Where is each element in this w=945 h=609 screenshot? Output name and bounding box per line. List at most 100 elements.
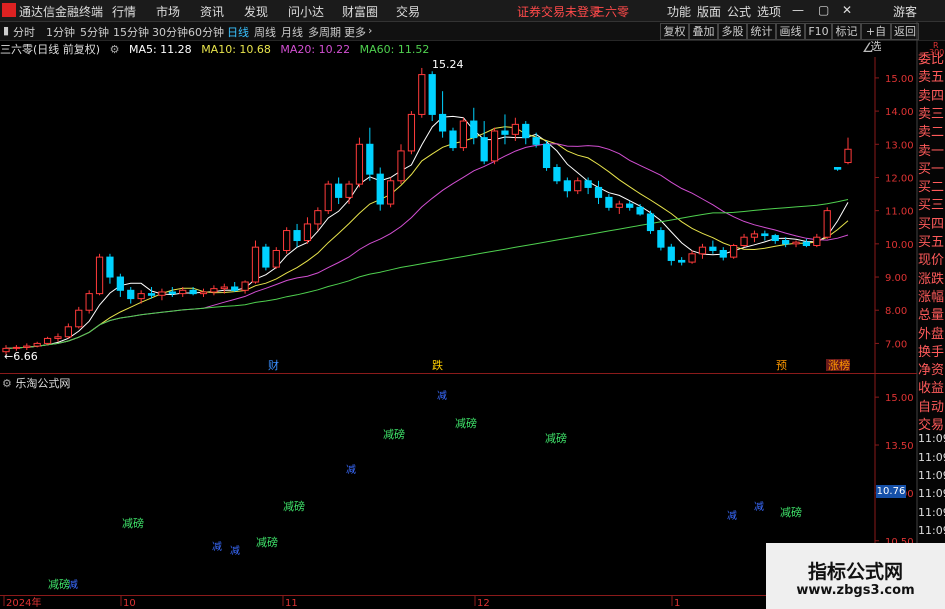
candle bbox=[823, 207, 831, 239]
sidebar-item: 涨幅 bbox=[918, 289, 945, 305]
candle bbox=[771, 233, 779, 244]
candle bbox=[459, 117, 468, 151]
candle bbox=[33, 341, 41, 348]
y-tick-label: 9.00 bbox=[885, 273, 907, 284]
candle bbox=[833, 167, 842, 171]
signal-green-label: 减磅 bbox=[383, 427, 405, 441]
y-tick-label: 8.00 bbox=[885, 306, 907, 317]
candle bbox=[605, 194, 613, 211]
candle bbox=[553, 164, 561, 185]
candle bbox=[719, 247, 727, 261]
candle bbox=[792, 240, 800, 248]
candle bbox=[231, 282, 239, 292]
x-tick-label: 10 bbox=[123, 598, 136, 609]
candle bbox=[106, 253, 114, 284]
sidebar-item: 11:09 bbox=[918, 505, 945, 519]
signal-green-label: 减磅 bbox=[256, 535, 278, 549]
candle bbox=[428, 71, 436, 122]
watermark-url: www.zbgs3.com bbox=[796, 583, 915, 598]
sidebar-item: 买四 bbox=[918, 216, 945, 232]
signal-blue-label: 减 bbox=[437, 390, 447, 402]
candle bbox=[490, 127, 499, 165]
candle bbox=[667, 243, 675, 266]
sub-current-value-badge: 10.76 bbox=[876, 485, 906, 498]
candle bbox=[335, 177, 343, 205]
candle bbox=[750, 230, 759, 243]
signal-green-label: 减磅 bbox=[283, 499, 305, 513]
candle bbox=[75, 306, 83, 329]
sidebar-item: 净资 bbox=[918, 363, 945, 379]
candle bbox=[127, 286, 135, 304]
y-tick-label: 7.00 bbox=[885, 339, 907, 350]
signal-green-label: 减磅 bbox=[48, 577, 70, 591]
event-marker[interactable]: 预 bbox=[776, 359, 787, 372]
candle bbox=[272, 247, 280, 269]
sidebar-item: 卖四 bbox=[918, 88, 945, 104]
event-marker[interactable]: 跌 bbox=[432, 358, 443, 372]
sidebar-item: 买五 bbox=[918, 235, 945, 250]
candle bbox=[251, 240, 260, 284]
sub-chart-header: ⚙ 乐淘公式网 bbox=[2, 375, 70, 391]
signal-blue-label: 减 bbox=[754, 501, 764, 513]
sidebar-item: 买三 bbox=[918, 198, 945, 214]
watermark-title: 指标公式网 bbox=[807, 561, 903, 583]
candle bbox=[698, 243, 707, 259]
sidebar-item: 卖二 bbox=[918, 125, 945, 141]
moving-average-lines bbox=[5, 115, 849, 349]
event-marker[interactable]: 涨榜 bbox=[828, 358, 850, 372]
sidebar-item: 卖五 bbox=[918, 70, 945, 86]
candle bbox=[168, 286, 176, 297]
sub-chart-signals: 减磅减磅减磅减磅减磅减磅减磅减磅减减 减减减减减 bbox=[48, 390, 802, 591]
sidebar-item: 11:09 bbox=[918, 432, 945, 446]
candle bbox=[542, 140, 551, 171]
candle bbox=[355, 137, 364, 188]
sidebar-item: 买二 bbox=[918, 180, 945, 196]
sidebar-item: 现价 bbox=[918, 253, 945, 269]
sidebar-item: 11:09 bbox=[918, 523, 945, 537]
candle bbox=[314, 207, 322, 231]
high-price-label: 15.24 bbox=[432, 58, 464, 71]
candle bbox=[303, 217, 312, 244]
ma5-line bbox=[5, 115, 849, 349]
signal-green-label: 减磅 bbox=[122, 516, 144, 530]
candle bbox=[709, 240, 717, 254]
candle bbox=[199, 288, 208, 297]
candle bbox=[636, 204, 644, 216]
ma20-line bbox=[5, 143, 849, 349]
candle bbox=[594, 180, 603, 205]
x-tick-label: 2024年 bbox=[6, 596, 41, 609]
sidebar-item: 11:09 bbox=[918, 468, 945, 482]
sub-chart-title: 乐淘公式网 bbox=[15, 377, 71, 390]
y-tick-label: 10.00 bbox=[885, 240, 914, 251]
sub-y-tick-label: 15.00 bbox=[885, 393, 914, 404]
signal-green-label: 减磅 bbox=[780, 505, 802, 519]
candle bbox=[324, 180, 332, 214]
sidebar-item: 买一 bbox=[918, 161, 945, 177]
y-tick-label: 12.00 bbox=[885, 173, 914, 184]
candle bbox=[345, 180, 353, 205]
sub-y-tick-label: 13.50 bbox=[885, 441, 914, 452]
sidebar-item: 卖三 bbox=[918, 106, 945, 122]
candle bbox=[116, 273, 124, 297]
candle bbox=[54, 333, 62, 342]
sidebar-item: 涨跌 bbox=[918, 271, 945, 287]
low-price-label: ←6.66 bbox=[4, 350, 38, 363]
sidebar-item: 换手 bbox=[918, 344, 945, 360]
candle bbox=[438, 91, 447, 138]
candle bbox=[95, 253, 104, 296]
signal-blue-label: 减 bbox=[727, 510, 737, 522]
candle bbox=[574, 177, 582, 195]
candle bbox=[293, 223, 301, 248]
signal-green-label: 减磅 bbox=[545, 431, 567, 445]
candle bbox=[64, 323, 72, 339]
candle bbox=[366, 127, 374, 181]
sidebar-item: 委比 bbox=[918, 52, 945, 67]
event-marker[interactable]: 财 bbox=[268, 358, 279, 372]
sub-settings-gear-icon[interactable]: ⚙ bbox=[2, 377, 12, 390]
candle bbox=[262, 243, 270, 271]
y-tick-label: 14.00 bbox=[885, 107, 914, 118]
event-markers: 财 跌 预 涨榜 bbox=[268, 358, 850, 372]
candle bbox=[501, 114, 509, 145]
candle bbox=[563, 177, 571, 198]
candle bbox=[386, 177, 395, 208]
